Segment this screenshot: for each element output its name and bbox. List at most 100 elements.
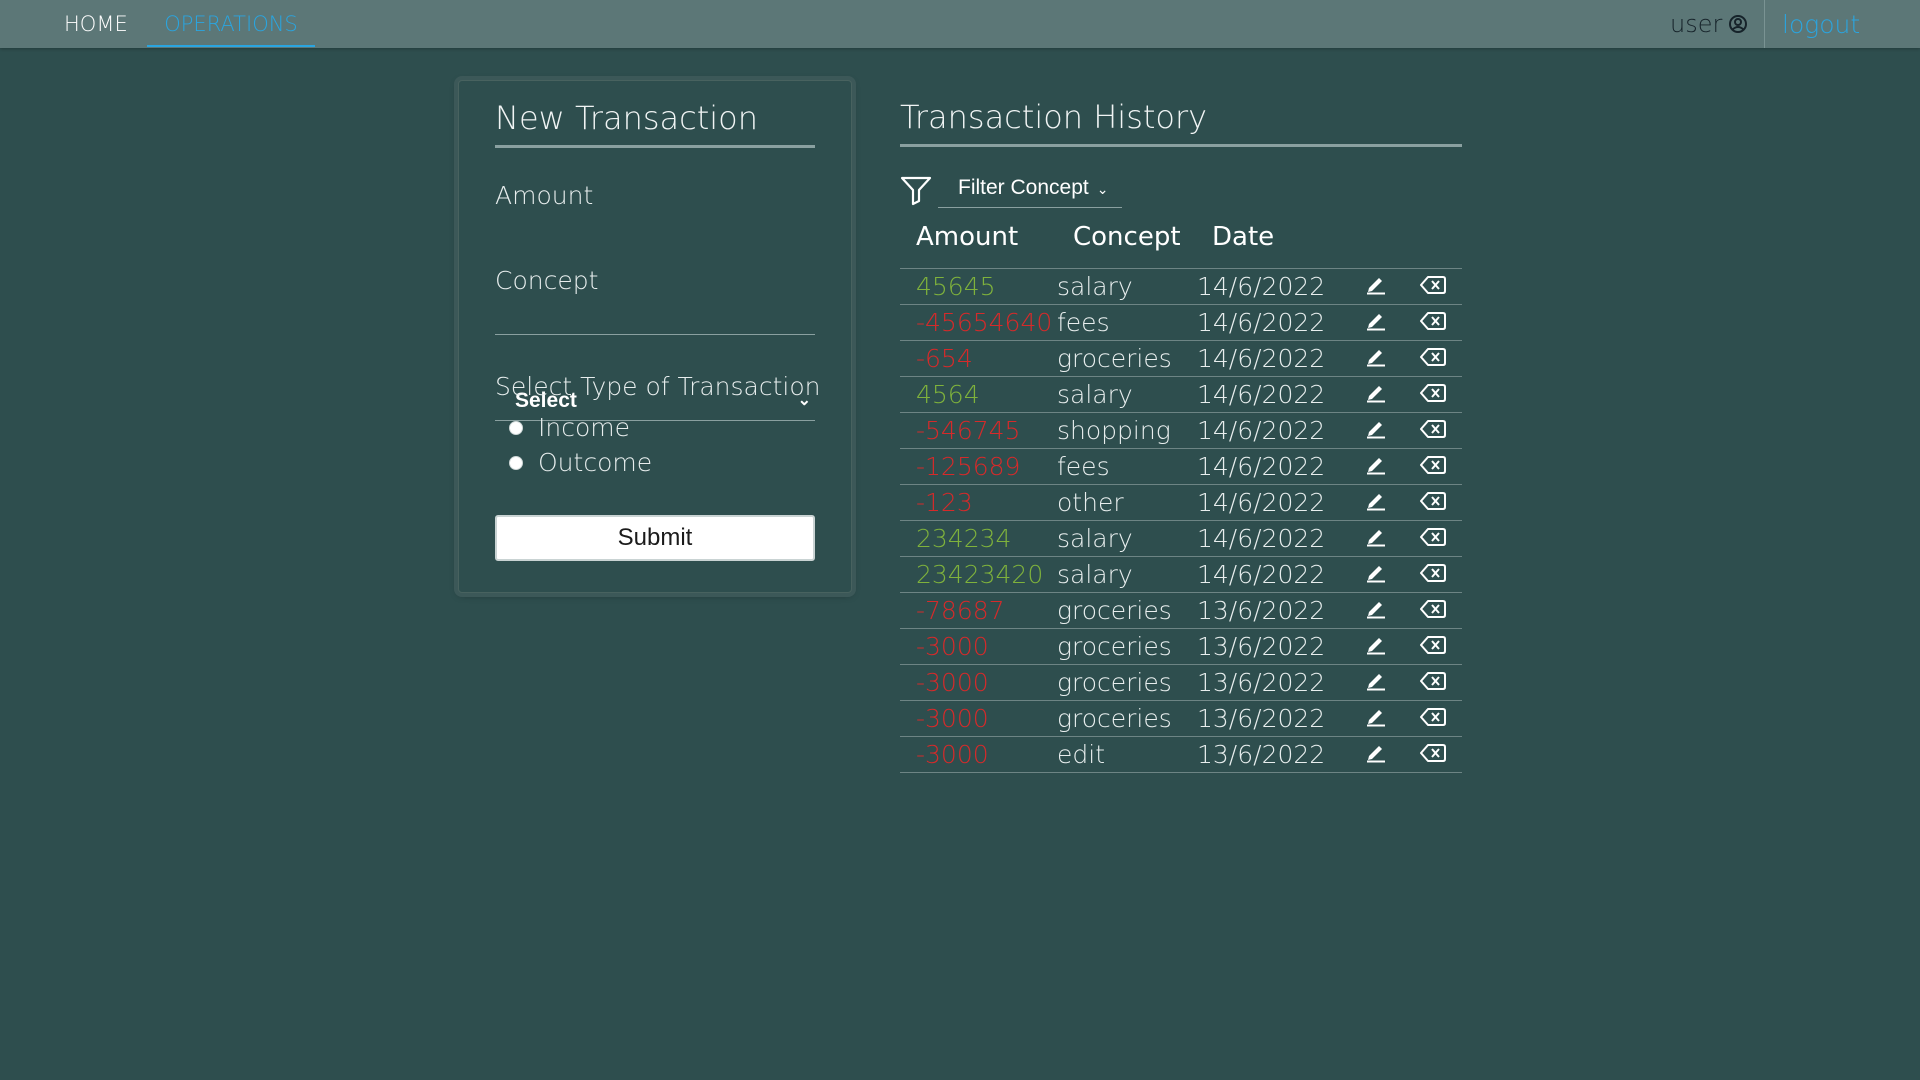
row-delete-cell [1404, 593, 1462, 629]
pencil-icon[interactable] [1365, 414, 1387, 448]
pencil-icon[interactable] [1365, 738, 1387, 772]
radio-income-button[interactable] [509, 420, 523, 435]
backspace-delete-icon[interactable] [1420, 630, 1446, 664]
radio-outcome-label: Outcome [538, 448, 653, 477]
row-date: 13/6/2022 [1197, 739, 1326, 769]
filter-concept-select[interactable]: Filter Concept ⌄ [938, 170, 1122, 208]
row-delete-cell [1404, 665, 1462, 701]
amount-label: Amount [495, 181, 594, 210]
pencil-icon[interactable] [1365, 522, 1387, 556]
pencil-icon[interactable] [1365, 486, 1387, 520]
submit-button[interactable]: Submit [495, 515, 815, 561]
backspace-delete-icon[interactable] [1420, 522, 1446, 556]
pencil-icon[interactable] [1365, 594, 1387, 628]
row-amount: -654 [916, 343, 973, 373]
row-date: 14/6/2022 [1197, 523, 1326, 553]
nav-divider [1764, 0, 1765, 48]
row-date: 14/6/2022 [1197, 307, 1326, 337]
backspace-delete-icon[interactable] [1420, 666, 1446, 700]
backspace-delete-icon[interactable] [1420, 702, 1446, 736]
backspace-delete-icon[interactable] [1420, 378, 1446, 412]
table-row: -3000 edit 13/6/2022 [900, 736, 1462, 773]
row-concept: salary [1057, 523, 1133, 553]
chevron-down-icon: ⌄ [1096, 181, 1109, 197]
row-delete-cell [1404, 521, 1462, 557]
backspace-delete-icon[interactable] [1420, 270, 1446, 304]
amount-input[interactable] [495, 301, 815, 335]
row-concept: salary [1057, 379, 1133, 409]
row-concept: groceries [1057, 595, 1172, 625]
table-row: -45654640 fees 14/6/2022 [900, 304, 1462, 341]
backspace-delete-icon[interactable] [1420, 414, 1446, 448]
table-row: -78687 groceries 13/6/2022 [900, 592, 1462, 629]
row-amount: -123 [916, 487, 973, 517]
pencil-icon[interactable] [1365, 666, 1387, 700]
filter-concept-label: Filter Concept [958, 176, 1089, 199]
row-delete-cell [1404, 485, 1462, 521]
radio-income[interactable]: Income [509, 413, 630, 442]
row-concept: fees [1057, 451, 1110, 481]
backspace-delete-icon[interactable] [1420, 342, 1446, 376]
row-amount: -3000 [916, 631, 989, 661]
row-edit-cell [1347, 269, 1404, 305]
backspace-delete-icon[interactable] [1420, 558, 1446, 592]
row-delete-cell [1404, 269, 1462, 305]
table-row: 4564 salary 14/6/2022 [900, 376, 1462, 413]
row-date: 13/6/2022 [1197, 703, 1326, 733]
radio-income-label: Income [538, 413, 630, 442]
nav-home-link[interactable]: HOME [64, 0, 128, 48]
row-amount: 23423420 [916, 559, 1044, 589]
row-amount: -78687 [916, 595, 1005, 625]
column-header-concept[interactable]: Concept [1073, 222, 1181, 252]
radio-outcome-button[interactable] [509, 455, 523, 470]
backspace-delete-icon[interactable] [1420, 306, 1446, 340]
pencil-icon[interactable] [1365, 558, 1387, 592]
backspace-delete-icon[interactable] [1420, 486, 1446, 520]
pencil-icon[interactable] [1365, 450, 1387, 484]
row-delete-cell [1404, 737, 1462, 773]
row-delete-cell [1404, 701, 1462, 737]
row-amount: -546745 [916, 415, 1021, 445]
pencil-icon[interactable] [1365, 702, 1387, 736]
row-amount: -45654640 [916, 307, 1053, 337]
user-menu[interactable]: user [1670, 0, 1748, 48]
filter-funnel-icon[interactable] [900, 174, 932, 206]
row-concept: edit [1057, 739, 1105, 769]
table-row: 234234 salary 14/6/2022 [900, 520, 1462, 557]
radio-outcome[interactable]: Outcome [509, 448, 652, 477]
row-edit-cell [1347, 557, 1404, 593]
user-circle-icon [1729, 15, 1748, 33]
row-amount: 4564 [916, 379, 980, 409]
backspace-delete-icon[interactable] [1420, 738, 1446, 772]
row-date: 14/6/2022 [1197, 487, 1326, 517]
backspace-delete-icon[interactable] [1420, 450, 1446, 484]
row-concept: shopping [1057, 415, 1171, 445]
new-transaction-card: New Transaction Amount Concept Select ⌄ … [458, 80, 852, 593]
row-edit-cell [1347, 485, 1404, 521]
pencil-icon[interactable] [1365, 342, 1387, 376]
backspace-delete-icon[interactable] [1420, 594, 1446, 628]
pencil-icon[interactable] [1365, 306, 1387, 340]
row-delete-cell [1404, 305, 1462, 341]
table-row: -3000 groceries 13/6/2022 [900, 700, 1462, 737]
row-delete-cell [1404, 557, 1462, 593]
row-edit-cell [1347, 521, 1404, 557]
new-transaction-title: New Transaction [495, 99, 815, 148]
pencil-icon[interactable] [1365, 630, 1387, 664]
nav-operations-link[interactable]: OPERATIONS [147, 0, 315, 48]
row-date: 14/6/2022 [1197, 271, 1326, 301]
row-edit-cell [1347, 629, 1404, 665]
top-navbar: HOME OPERATIONS user logout [0, 0, 1920, 48]
row-edit-cell [1347, 701, 1404, 737]
transaction-history-title: Transaction History [900, 98, 1462, 147]
pencil-icon[interactable] [1365, 270, 1387, 304]
logout-link[interactable]: logout [1782, 0, 1860, 48]
column-header-amount[interactable]: Amount [916, 222, 1018, 252]
pencil-icon[interactable] [1365, 378, 1387, 412]
table-row: -123 other 14/6/2022 [900, 484, 1462, 521]
row-amount: 234234 [916, 523, 1012, 553]
column-header-date[interactable]: Date [1212, 222, 1274, 252]
table-row: -3000 groceries 13/6/2022 [900, 664, 1462, 701]
row-concept: salary [1057, 271, 1133, 301]
row-concept: groceries [1057, 703, 1172, 733]
